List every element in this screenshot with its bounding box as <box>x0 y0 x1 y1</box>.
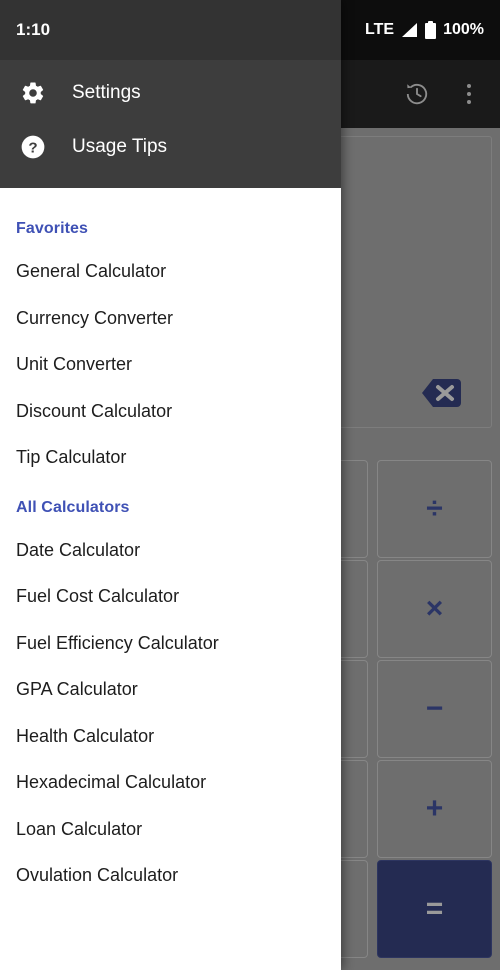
nav-item-currency-converter[interactable]: Currency Converter <box>0 295 341 342</box>
gear-icon <box>16 76 50 110</box>
nav-item-date-calculator[interactable]: Date Calculator <box>0 527 341 574</box>
drawer-nav-list: Favorites General Calculator Currency Co… <box>0 188 341 970</box>
nav-item-tip-calculator[interactable]: Tip Calculator <box>0 434 341 481</box>
drawer-item-usage-tips[interactable]: ? Usage Tips <box>0 120 341 174</box>
section-title-all-calculators: All Calculators <box>16 498 130 516</box>
drawer-item-usage-tips-label: Usage Tips <box>72 136 168 157</box>
nav-item-gpa-calculator[interactable]: GPA Calculator <box>0 666 341 713</box>
drawer-item-settings-label: Settings <box>72 82 141 103</box>
drawer-status-time: 1:10 <box>16 20 51 39</box>
navigation-drawer: 1:10 Settings ? Usage Tips Favorites Gen… <box>0 0 341 970</box>
drawer-status-bar: 1:10 <box>0 0 341 60</box>
nav-item-fuel-cost-calculator[interactable]: Fuel Cost Calculator <box>0 573 341 620</box>
nav-item-unit-converter[interactable]: Unit Converter <box>0 341 341 388</box>
nav-item-hexadecimal-calculator[interactable]: Hexadecimal Calculator <box>0 759 341 806</box>
nav-item-fuel-efficiency-calculator[interactable]: Fuel Efficiency Calculator <box>0 620 341 667</box>
section-title-favorites: Favorites <box>16 220 89 237</box>
help-circle-icon: ? <box>16 130 50 164</box>
drawer-item-settings[interactable]: Settings <box>0 66 341 120</box>
nav-item-health-calculator[interactable]: Health Calculator <box>0 713 341 760</box>
nav-item-ovulation-calculator[interactable]: Ovulation Calculator <box>0 852 341 899</box>
drawer-header: Settings ? Usage Tips <box>0 60 341 188</box>
nav-item-general-calculator[interactable]: General Calculator <box>0 248 341 295</box>
nav-item-discount-calculator[interactable]: Discount Calculator <box>0 388 341 435</box>
app-screen: 1:10 LTE 100% <box>0 0 500 970</box>
nav-item-loan-calculator[interactable]: Loan Calculator <box>0 806 341 853</box>
svg-text:?: ? <box>28 139 37 156</box>
